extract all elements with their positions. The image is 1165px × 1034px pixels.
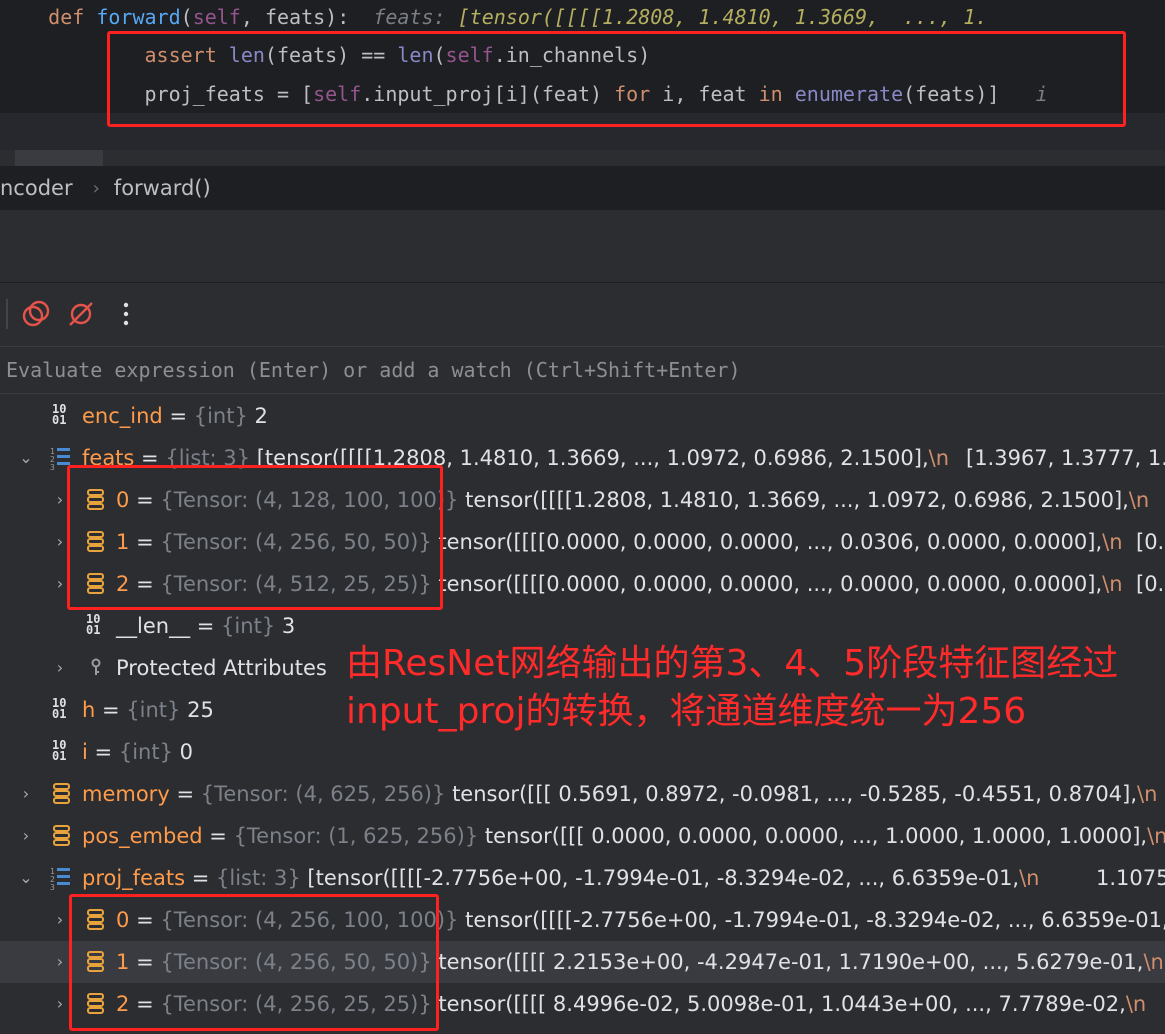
newline-escape: \n bbox=[928, 446, 950, 470]
breadcrumb-separator: › bbox=[92, 177, 100, 199]
int-icon: 10 01 bbox=[52, 696, 67, 721]
self-keyword: self bbox=[192, 5, 241, 29]
expand-arrow-icon[interactable]: › bbox=[50, 647, 70, 689]
var-text: pos_embed = {Tensor: (1, 625, 256)} tens… bbox=[82, 815, 1165, 857]
newline-escape: \n bbox=[1128, 488, 1150, 512]
var-row-proj-feats[interactable]: ⌄ 123 proj_feats = {list: 3} [tensor([[[… bbox=[0, 857, 1165, 899]
tensor-icon bbox=[52, 773, 72, 815]
var-value: tensor([[[[1.2808, 1.4810, 1.3669, ..., … bbox=[465, 488, 1129, 512]
var-row-memory[interactable]: › memory = {Tensor: (4, 625, 256)} tenso… bbox=[0, 773, 1165, 815]
newline-escape: \n bbox=[1143, 950, 1164, 974]
newline-escape: \n bbox=[1102, 572, 1123, 596]
annotation-line-2: input_proj的转换，将通道维度统一为256 bbox=[346, 691, 1027, 732]
var-value-continued: [0.0 bbox=[1136, 530, 1165, 554]
var-value: [tensor([[[[-2.7756e+00, -1.7994e-01, -8… bbox=[307, 866, 1020, 890]
var-value-continued: [1.3967, 1.3777, 1.0 bbox=[966, 446, 1165, 470]
editor-bottom-strip bbox=[0, 150, 1165, 166]
var-text: i = {int} 0 bbox=[82, 740, 193, 764]
annotation-text: 由ResNet网络输出的第3、4、5阶段特征图经过 input_proj的转换，… bbox=[346, 640, 1118, 736]
var-text: h = {int} 25 bbox=[82, 698, 214, 722]
int-icon: 10 01 bbox=[52, 738, 67, 763]
highlight-box-code bbox=[107, 31, 1126, 127]
keyword-def: def bbox=[48, 5, 85, 29]
breadcrumb-class[interactable]: ncoder bbox=[0, 176, 73, 200]
expand-arrow-icon[interactable]: › bbox=[50, 899, 70, 941]
var-value: 25 bbox=[187, 698, 214, 722]
var-row-enc-ind[interactable]: 10 01 enc_ind = {int} 2 bbox=[0, 395, 1165, 437]
expand-arrow-icon[interactable]: › bbox=[50, 941, 70, 983]
var-text: memory = {Tensor: (4, 625, 256)} tensor(… bbox=[82, 782, 1158, 806]
var-text: proj_feats = {list: 3} [tensor([[[[-2.77… bbox=[82, 866, 1040, 890]
var-row-i[interactable]: 10 01 i = {int} 0 bbox=[0, 731, 1165, 773]
var-name: enc_ind bbox=[82, 404, 163, 428]
var-type: {list: 3} bbox=[216, 866, 301, 890]
expand-arrow-icon[interactable]: › bbox=[50, 983, 70, 1025]
var-name: memory bbox=[82, 782, 170, 806]
svg-text:3: 3 bbox=[50, 463, 55, 472]
svg-text:3: 3 bbox=[50, 883, 55, 892]
highlight-box-feats bbox=[67, 465, 443, 610]
var-type: {int} bbox=[118, 740, 173, 764]
var-type: {int} bbox=[193, 404, 248, 428]
annotation-line-1: 由ResNet网络输出的第3、4、5阶段特征图经过 bbox=[346, 643, 1119, 684]
var-value: tensor([[[[-2.7756e+00, -1.7994e-01, -8.… bbox=[465, 908, 1165, 932]
var-value: tensor([[[[ 2.2153e+00, -4.2947e-01, 1.7… bbox=[438, 950, 1144, 974]
var-value: tensor([[[[ 8.4996e-02, 5.0098e-01, 1.04… bbox=[438, 992, 1126, 1016]
collapse-arrow-icon[interactable]: ⌄ bbox=[16, 437, 36, 479]
var-type: {Tensor: (1, 625, 256)} bbox=[233, 824, 479, 848]
highlight-box-proj-feats bbox=[69, 894, 439, 1031]
newline-escape: \n bbox=[1147, 824, 1165, 848]
var-name: __len__ bbox=[116, 614, 191, 638]
scroll-thumb[interactable] bbox=[15, 150, 103, 166]
expand-arrow-icon[interactable]: › bbox=[16, 815, 36, 857]
var-value: 0 bbox=[179, 740, 193, 764]
var-text: __len__ = {int} 3 bbox=[116, 614, 296, 638]
newline-escape: \n bbox=[1019, 866, 1040, 890]
params-text: , feats): bbox=[240, 5, 350, 29]
rerun-icon[interactable] bbox=[18, 296, 54, 332]
inline-hint-value: [tensor([[[[1.2808, 1.4810, 1.3669, ...,… bbox=[457, 5, 988, 29]
tensor-icon bbox=[52, 815, 72, 857]
newline-escape: \n bbox=[1102, 530, 1123, 554]
var-value: tensor([[[[0.0000, 0.0000, 0.0000, ..., … bbox=[438, 572, 1103, 596]
evaluate-expression-input[interactable] bbox=[0, 347, 1165, 393]
var-name: i bbox=[82, 740, 88, 764]
int-icon: 10 01 bbox=[86, 612, 101, 637]
var-value: 3 bbox=[281, 614, 296, 638]
more-options-icon[interactable] bbox=[108, 296, 144, 332]
var-name: pos_embed bbox=[82, 824, 203, 848]
var-value: 2 bbox=[254, 404, 268, 428]
group-label: Protected Attributes bbox=[116, 656, 327, 680]
var-name: proj_feats bbox=[82, 866, 186, 890]
collapse-arrow-icon[interactable]: ⌄ bbox=[16, 857, 36, 899]
newline-escape: \n bbox=[1125, 992, 1147, 1016]
int-icon: 10 01 bbox=[52, 402, 67, 427]
inline-hint-label: feats: bbox=[373, 5, 446, 29]
breadcrumb: ncoder › forward() bbox=[0, 166, 1165, 210]
var-value: tensor([[[[0.0000, 0.0000, 0.0000, ..., … bbox=[438, 530, 1103, 554]
var-value-continued: 1.1075 bbox=[1096, 866, 1165, 890]
var-type: {Tensor: (4, 625, 256)} bbox=[200, 782, 446, 806]
var-name: h bbox=[82, 698, 96, 722]
var-value-continued: [0.0 bbox=[1136, 572, 1165, 596]
evaluate-expression-bar bbox=[0, 346, 1165, 394]
var-row-pos-embed[interactable]: › pos_embed = {Tensor: (1, 625, 256)} te… bbox=[0, 815, 1165, 857]
empty-panel bbox=[0, 210, 1165, 283]
var-value: tensor([[[ 0.5691, 0.8972, -0.0981, ...,… bbox=[452, 782, 1138, 806]
expand-arrow-icon[interactable]: › bbox=[16, 773, 36, 815]
key-icon bbox=[88, 647, 104, 689]
var-type: {int} bbox=[221, 614, 276, 638]
var-value: tensor([[[ 0.0000, 0.0000, 0.0000, ..., … bbox=[484, 824, 1148, 848]
mute-breakpoints-icon[interactable] bbox=[63, 296, 99, 332]
function-name: forward bbox=[96, 5, 181, 29]
var-type: {int} bbox=[126, 698, 181, 722]
toolbar-separator bbox=[6, 299, 8, 329]
newline-escape: \n bbox=[1137, 782, 1158, 806]
var-text: enc_ind = {int} 2 bbox=[82, 404, 268, 428]
breadcrumb-method[interactable]: forward() bbox=[114, 176, 211, 200]
list-icon: 123 bbox=[50, 857, 72, 899]
debugger-toolbar bbox=[0, 283, 1165, 345]
